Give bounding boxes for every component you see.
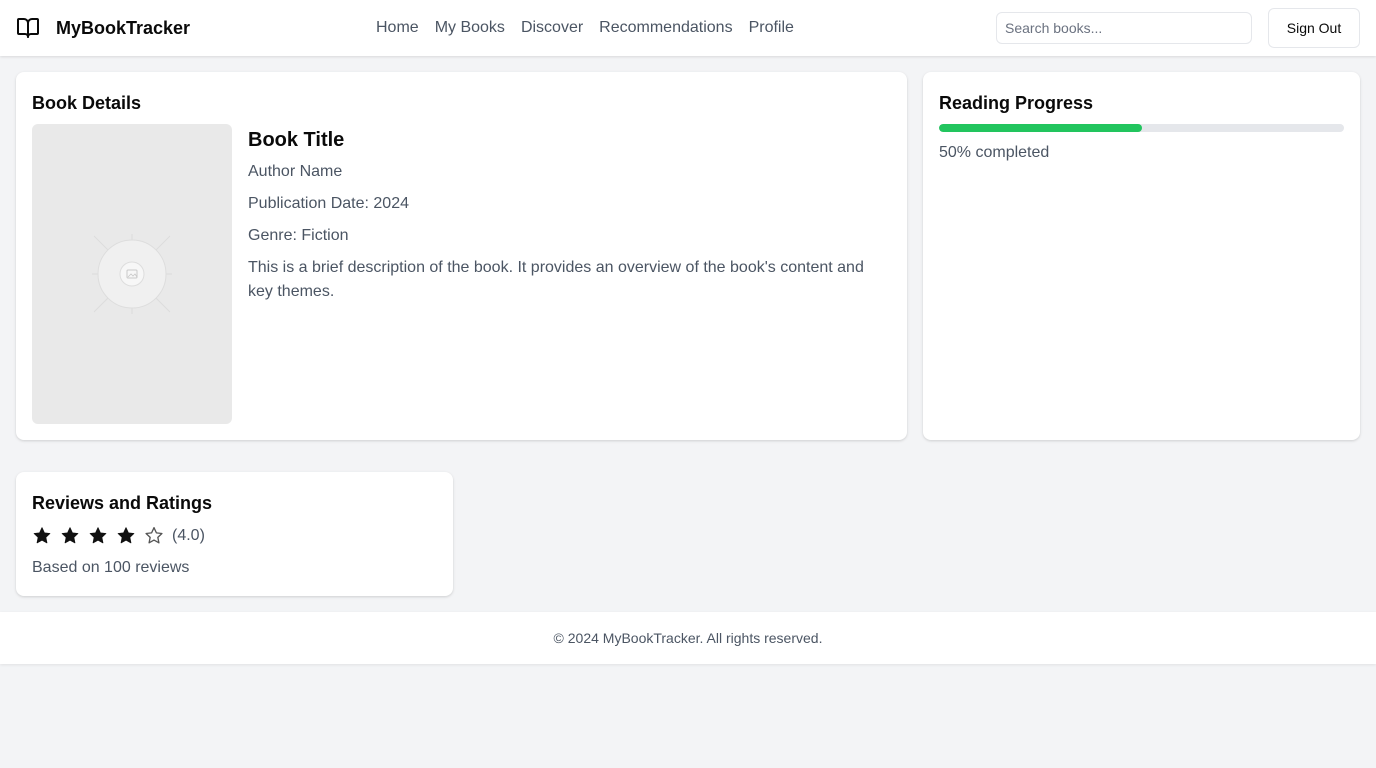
main-nav: Home My Books Discover Recommendations P…: [376, 17, 810, 39]
image-placeholder-icon: [92, 234, 172, 314]
star-rating: (4.0): [32, 526, 205, 546]
star-empty-icon: [144, 526, 164, 546]
brand[interactable]: MyBookTracker: [16, 16, 190, 40]
nav-home[interactable]: Home: [376, 17, 419, 39]
book-publication-date: Publication Date: 2024: [248, 195, 409, 212]
star-filled-icon: [116, 526, 136, 546]
star-filled-icon: [60, 526, 80, 546]
section-title: Book Details: [32, 93, 142, 113]
nav-recommendations[interactable]: Recommendations: [599, 17, 732, 39]
rating-value: (4.0): [172, 527, 205, 544]
open-book-icon: [16, 16, 40, 40]
brand-name: MyBookTracker: [56, 17, 191, 38]
star-filled-icon: [32, 526, 52, 546]
progress-bar: [939, 124, 1344, 132]
book-description: This is a brief description of the book.…: [248, 259, 864, 300]
review-count: Based on 100 reviews: [32, 559, 190, 576]
nav-profile[interactable]: Profile: [749, 17, 794, 39]
nav-discover[interactable]: Discover: [521, 17, 583, 39]
star-filled-icon: [88, 526, 108, 546]
book-genre: Genre: Fiction: [248, 227, 349, 244]
book-details-card: Book Details Book Title Author Name Publ…: [16, 72, 907, 440]
search-input[interactable]: [996, 12, 1252, 44]
book-author: Author Name: [248, 163, 343, 180]
book-title: Book Title: [248, 129, 345, 151]
book-info: Book Title Author Name Publication Date:…: [248, 124, 891, 304]
progress-bar-fill: [939, 124, 1142, 132]
nav-my-books[interactable]: My Books: [435, 17, 505, 39]
section-title: Reading Progress: [939, 93, 1094, 113]
section-title: Reviews and Ratings: [32, 493, 213, 513]
reviews-card: Reviews and Ratings (4.0) Based on 100 r…: [16, 472, 453, 596]
sign-out-button[interactable]: Sign Out: [1268, 8, 1360, 48]
book-cover: [32, 124, 232, 424]
progress-label: 50% completed: [939, 144, 1050, 161]
reading-progress-card: Reading Progress 50% completed: [923, 72, 1360, 440]
footer: © 2024 MyBookTracker. All rights reserve…: [0, 612, 1376, 664]
top-navbar: MyBookTracker Home My Books Discover Rec…: [0, 0, 1376, 56]
footer-text: © 2024 MyBookTracker. All rights reserve…: [553, 630, 823, 646]
